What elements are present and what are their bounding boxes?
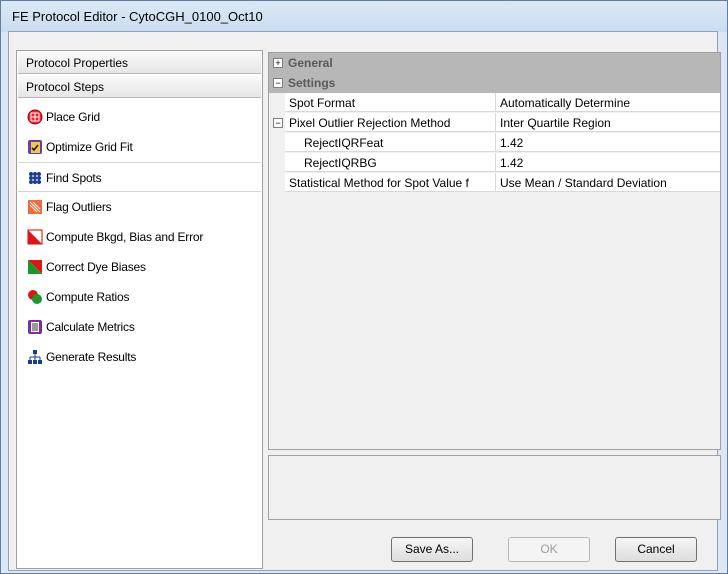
cancel-button[interactable]: Cancel bbox=[615, 537, 697, 562]
place-grid-icon bbox=[27, 109, 43, 125]
category-label: Settings bbox=[288, 76, 336, 90]
property-name: Spot Format bbox=[285, 93, 496, 112]
collapse-icon[interactable]: − bbox=[273, 118, 283, 128]
category-label: General bbox=[288, 56, 333, 70]
expand-icon[interactable]: + bbox=[273, 58, 283, 68]
window-title: FE Protocol Editor - CytoCGH_0100_Oct10 bbox=[12, 9, 263, 24]
step-label: Correct Dye Biases bbox=[46, 260, 146, 274]
property-description-box bbox=[268, 455, 721, 520]
row-gutter bbox=[269, 93, 285, 113]
step-label: Calculate Metrics bbox=[46, 320, 135, 334]
property-row-reject-iqr-feat[interactable]: RejectIQRFeat 1.42 bbox=[269, 133, 720, 153]
protocol-properties-header[interactable]: Protocol Properties bbox=[18, 52, 261, 74]
step-place-grid[interactable]: Place Grid bbox=[18, 102, 261, 132]
property-grid: + General − Settings Spot Format Automat… bbox=[268, 52, 721, 450]
step-label: Flag Outliers bbox=[46, 200, 112, 214]
property-name: RejectIQRBG bbox=[285, 153, 496, 172]
step-compute-bkgd[interactable]: Compute Bkgd, Bias and Error bbox=[18, 222, 261, 252]
row-gutter bbox=[269, 153, 285, 173]
ok-button[interactable]: OK bbox=[508, 537, 590, 562]
property-name: Pixel Outlier Rejection Method bbox=[285, 113, 496, 132]
step-label: Find Spots bbox=[46, 171, 102, 185]
step-generate-results[interactable]: Generate Results bbox=[18, 342, 261, 372]
flag-outliers-icon bbox=[28, 200, 42, 214]
step-correct-dye-biases[interactable]: Correct Dye Biases bbox=[18, 252, 261, 282]
step-label: Compute Ratios bbox=[46, 290, 130, 304]
property-name: RejectIQRFeat bbox=[285, 133, 496, 152]
save-as-button[interactable]: Save As... bbox=[391, 537, 473, 562]
compute-bkgd-icon bbox=[27, 229, 43, 245]
compute-ratios-icon bbox=[28, 290, 42, 304]
calculate-metrics-icon bbox=[28, 320, 42, 334]
step-label: Compute Bkgd, Bias and Error bbox=[46, 230, 204, 244]
category-settings[interactable]: − Settings bbox=[269, 73, 720, 93]
row-gutter bbox=[269, 133, 285, 153]
step-compute-ratios[interactable]: Compute Ratios bbox=[18, 282, 261, 312]
collapse-icon[interactable]: − bbox=[273, 78, 283, 88]
find-spots-icon bbox=[28, 171, 42, 185]
step-find-spots[interactable]: Find Spots bbox=[18, 162, 261, 192]
category-general[interactable]: + General bbox=[269, 53, 720, 73]
property-row-pixel-outlier-rejection-method[interactable]: − Pixel Outlier Rejection Method Inter Q… bbox=[269, 113, 720, 133]
step-label: Generate Results bbox=[46, 350, 137, 364]
property-value[interactable]: Automatically Determine bbox=[496, 93, 720, 112]
row-gutter bbox=[269, 173, 285, 193]
optimize-grid-fit-icon bbox=[28, 140, 42, 154]
property-value[interactable]: 1.42 bbox=[496, 153, 720, 172]
step-label: Place Grid bbox=[46, 110, 101, 124]
protocol-steps-panel: Protocol Properties Protocol Steps Place… bbox=[16, 50, 263, 569]
protocol-steps-header[interactable]: Protocol Steps bbox=[18, 76, 261, 98]
step-optimize-grid-fit[interactable]: Optimize Grid Fit bbox=[18, 132, 261, 162]
property-value[interactable]: Inter Quartile Region bbox=[496, 113, 720, 132]
step-calculate-metrics[interactable]: Calculate Metrics bbox=[18, 312, 261, 342]
title-bar[interactable]: FE Protocol Editor - CytoCGH_0100_Oct10 bbox=[1, 1, 727, 32]
property-name: Statistical Method for Spot Value f bbox=[285, 173, 496, 192]
property-value[interactable]: Use Mean / Standard Deviation bbox=[496, 173, 720, 192]
property-row-reject-iqr-bg[interactable]: RejectIQRBG 1.42 bbox=[269, 153, 720, 173]
property-row-spot-format[interactable]: Spot Format Automatically Determine bbox=[269, 93, 720, 113]
generate-results-icon bbox=[28, 350, 42, 364]
correct-dye-biases-icon bbox=[28, 260, 42, 274]
property-value[interactable]: 1.42 bbox=[496, 133, 720, 152]
step-label: Optimize Grid Fit bbox=[46, 140, 133, 154]
property-row-statistical-method[interactable]: Statistical Method for Spot Value f Use … bbox=[269, 173, 720, 193]
step-flag-outliers[interactable]: Flag Outliers bbox=[18, 192, 261, 222]
